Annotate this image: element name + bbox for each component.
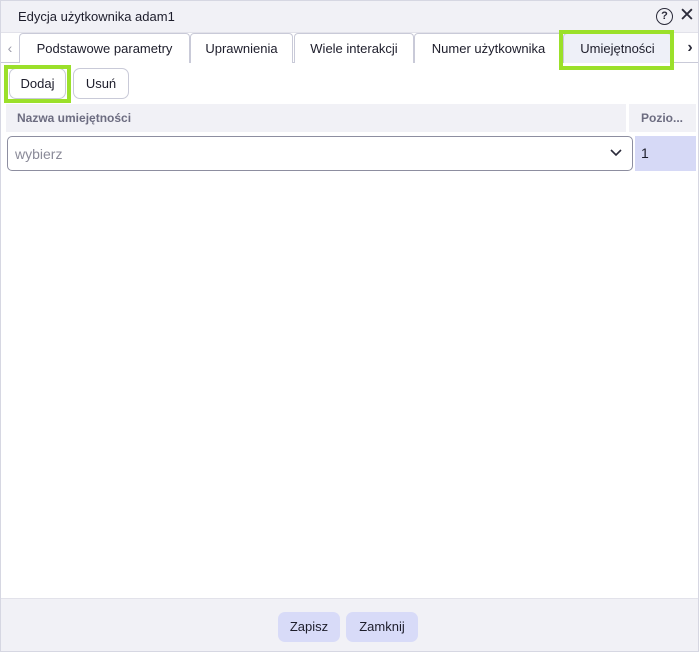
close-button[interactable]: Zamknij	[346, 612, 418, 642]
tab-skills[interactable]: Umiejętności	[563, 33, 672, 63]
column-header-skill-name[interactable]: Nazwa umiejętności	[6, 104, 626, 132]
skill-select-placeholder: wybierz	[15, 146, 63, 162]
close-icon[interactable]: ✕	[678, 5, 696, 27]
save-button[interactable]: Zapisz	[278, 612, 340, 642]
skill-select[interactable]: wybierz	[7, 136, 633, 171]
title-bar: Edycja użytkownika adam1 ? ✕	[1, 1, 698, 33]
tab-basic-parameters[interactable]: Podstawowe parametry	[19, 33, 190, 63]
tab-strip: ‹ Podstawowe parametry Uprawnienia Wiele…	[1, 33, 698, 63]
remove-button[interactable]: Usuń	[73, 68, 129, 99]
tab-multiple-interactions[interactable]: Wiele interakcji	[294, 33, 414, 63]
add-button[interactable]: Dodaj	[9, 68, 66, 99]
chevron-down-icon	[610, 149, 622, 157]
dialog-footer: Zapisz Zamknij	[1, 598, 698, 651]
level-cell[interactable]: 1	[635, 136, 696, 171]
tab-permissions[interactable]: Uprawnienia	[190, 33, 293, 63]
help-icon[interactable]: ?	[656, 8, 673, 25]
edit-user-dialog: Edycja użytkownika adam1 ? ✕ ‹ Podstawow…	[0, 0, 699, 652]
tabs-prev-chevron-left-icon[interactable]: ‹	[3, 37, 17, 59]
column-header-level[interactable]: Pozio...	[629, 104, 696, 132]
tab-user-number[interactable]: Numer użytkownika	[414, 33, 563, 63]
dialog-title: Edycja użytkownika adam1	[18, 9, 175, 24]
tabs-next-chevron-right-icon[interactable]: ›	[683, 37, 697, 59]
